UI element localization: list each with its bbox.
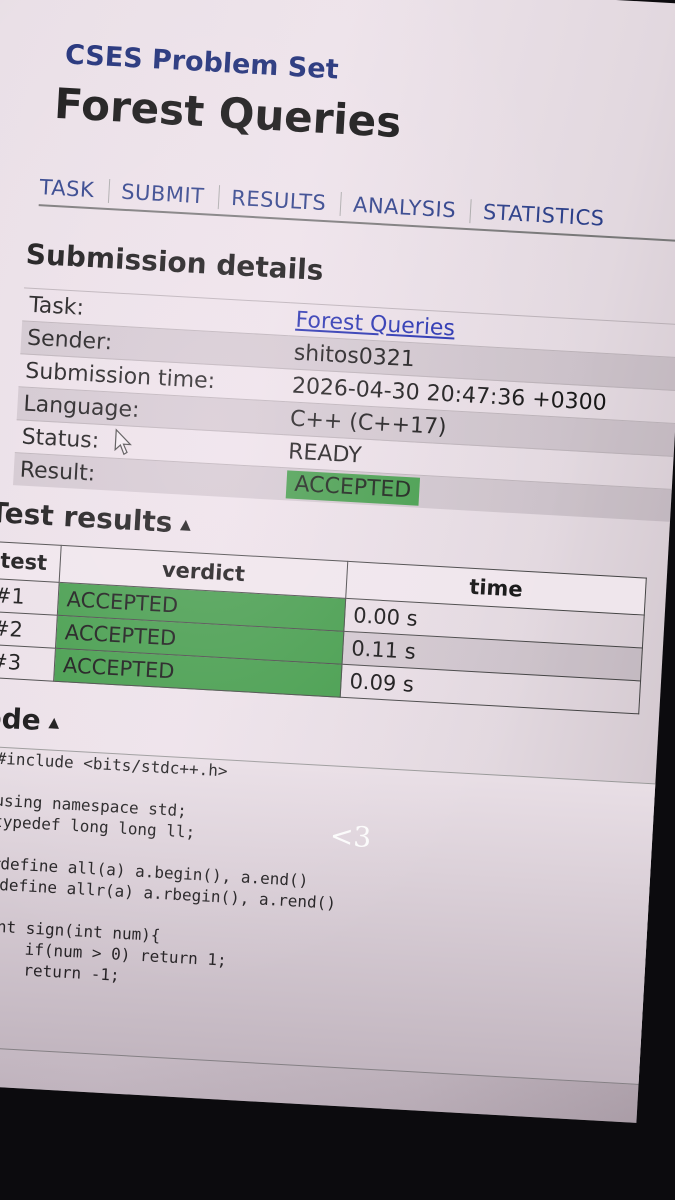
col-test: test <box>0 541 62 583</box>
code-text: #include <bits/stdc++.h> using namespace… <box>0 748 344 1040</box>
result-badge: ACCEPTED <box>285 470 420 506</box>
test-results-heading[interactable]: Test results ▲ <box>0 496 192 540</box>
test-results-table: test verdict time #1 ACCEPTED 0.00 s #2 … <box>0 541 647 715</box>
submission-details-table: Task: Forest Queries Sender: shitos0321 … <box>13 287 675 522</box>
collapse-caret-icon[interactable]: ▲ <box>48 714 60 731</box>
nav-task[interactable]: TASK <box>39 175 110 203</box>
test-number: #1 <box>0 578 60 616</box>
page-title: Forest Queries <box>53 78 403 148</box>
collapse-caret-icon[interactable]: ▲ <box>180 517 192 534</box>
browser-screen: CSES Problem Set Forest Queries TASK SUB… <box>0 0 675 1123</box>
nav-analysis[interactable]: ANALYSIS <box>352 192 472 224</box>
nav-statistics[interactable]: STATISTICS <box>482 200 619 232</box>
code-title: Code <box>0 699 42 737</box>
task-nav: TASK SUBMIT RESULTS ANALYSIS STATISTICS <box>38 170 675 243</box>
test-number: #2 <box>0 611 58 649</box>
code-viewer[interactable]: 1 2 3 4 5 6 7 8 9 10 11 12 13 #include <… <box>0 744 662 1086</box>
submission-details-heading: Submission details <box>25 237 325 288</box>
nav-submit[interactable]: SUBMIT <box>120 179 220 210</box>
nav-results[interactable]: RESULTS <box>230 185 342 216</box>
site-name[interactable]: CSES Problem Set <box>64 39 339 85</box>
mouse-cursor-icon <box>114 428 132 456</box>
test-number: #3 <box>0 644 56 682</box>
code-heading[interactable]: Code ▲ <box>0 700 60 738</box>
test-results-title: Test results <box>0 495 174 540</box>
task-link[interactable]: Forest Queries <box>295 307 456 341</box>
overlay-text: <3 <box>329 818 373 855</box>
